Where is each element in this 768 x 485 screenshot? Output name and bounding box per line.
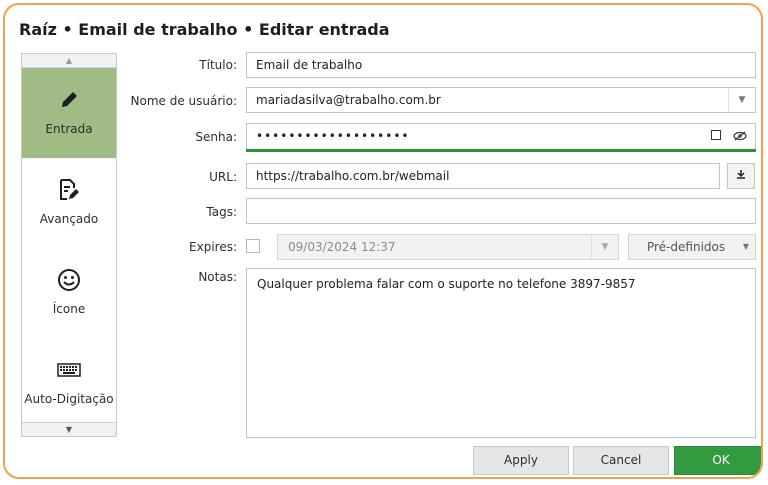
- notes-label: Notas:: [198, 270, 237, 284]
- form-scrollbar[interactable]: [762, 52, 763, 435]
- password-generator-icon[interactable]: [711, 130, 721, 140]
- username-value: mariadasilva@trabalho.com.br: [256, 93, 441, 107]
- editor-window: Raíz • Email de trabalho • Editar entrad…: [3, 3, 763, 479]
- tags-label: Tags:: [206, 205, 237, 219]
- presets-label: Pré-definidos: [647, 240, 726, 254]
- presets-dropdown-icon: ▼: [742, 242, 749, 251]
- sidebar-scroll-down-button[interactable]: ▼: [22, 422, 116, 436]
- smiley-icon: [22, 266, 116, 294]
- cancel-button[interactable]: Cancel: [573, 446, 669, 475]
- title-field[interactable]: Email de trabalho: [246, 52, 756, 78]
- expires-label: Expires:: [189, 240, 237, 254]
- download-icon: [736, 169, 746, 182]
- category-sidebar: ▲ Entrada Avançado Ícone Auto-Digitação …: [21, 53, 117, 437]
- password-strength-bar: [246, 149, 756, 152]
- download-favicon-button[interactable]: [727, 163, 755, 189]
- username-field[interactable]: mariadasilva@trabalho.com.br ▼: [246, 87, 756, 113]
- password-value: •••••••••••••••••••: [256, 129, 410, 143]
- pencil-icon: [22, 86, 116, 114]
- username-dropdown-button[interactable]: ▼: [728, 88, 755, 112]
- url-field[interactable]: https://trabalho.com.br/webmail: [246, 163, 720, 189]
- sidebar-item-label: Auto-Digitação: [24, 392, 114, 406]
- expires-dropdown-button[interactable]: ▼: [591, 235, 618, 259]
- sidebar-item-label: Avançado: [39, 212, 99, 226]
- ok-button[interactable]: OK: [674, 446, 761, 475]
- keyboard-icon: [22, 356, 116, 384]
- title-label: Título:: [199, 58, 237, 72]
- url-label: URL:: [209, 170, 237, 184]
- expires-date-value: 09/03/2024 12:37: [288, 240, 396, 254]
- sidebar-item-entrada[interactable]: Entrada: [22, 68, 116, 158]
- sidebar-item-avancado[interactable]: Avançado: [22, 158, 116, 248]
- expires-checkbox[interactable]: [246, 239, 260, 253]
- password-label: Senha:: [195, 130, 237, 144]
- window-title: Raíz • Email de trabalho • Editar entrad…: [19, 20, 390, 39]
- notes-value: Qualquer problema falar com o suporte no…: [257, 277, 636, 291]
- password-field[interactable]: •••••••••••••••••••: [246, 123, 756, 149]
- notes-textarea[interactable]: Qualquer problema falar com o suporte no…: [246, 268, 756, 438]
- sidebar-item-icone[interactable]: Ícone: [22, 248, 116, 338]
- presets-button[interactable]: Pré-definidos ▼: [628, 234, 756, 260]
- title-value: Email de trabalho: [256, 58, 363, 72]
- username-label: Nome de usuário:: [130, 94, 238, 108]
- apply-button[interactable]: Apply: [473, 446, 569, 475]
- url-value: https://trabalho.com.br/webmail: [256, 169, 450, 183]
- sidebar-item-auto-digitacao[interactable]: Auto-Digitação: [22, 338, 116, 428]
- document-edit-icon: [22, 176, 116, 204]
- sidebar-scroll-up-button[interactable]: ▲: [22, 54, 116, 68]
- sidebar-item-label: Ícone: [52, 302, 86, 316]
- tags-field[interactable]: [246, 198, 756, 224]
- expires-date-field[interactable]: 09/03/2024 12:37 ▼: [277, 234, 619, 260]
- sidebar-item-label: Entrada: [45, 122, 93, 136]
